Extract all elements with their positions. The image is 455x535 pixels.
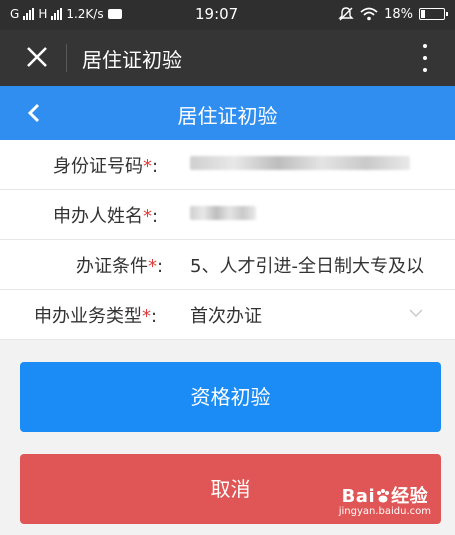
required-mark: * (148, 256, 157, 277)
application-form: 身份证号码*: 申办人姓名*: 办证条件*: 5、人才引进-全日制大专及以 申办… (0, 140, 455, 340)
form-row-business-type[interactable]: 申办业务类型*: 首次办证 (0, 290, 455, 340)
wifi-icon (360, 7, 378, 21)
required-mark: * (143, 206, 152, 227)
page-title: 居住证初验 (177, 104, 278, 128)
redacted-name (190, 206, 256, 220)
label-colon: : (152, 206, 159, 227)
id-number-label-group: 身份证号码*: (53, 152, 158, 178)
form-row-condition[interactable]: 办证条件*: 5、人才引进-全日制大专及以 (0, 240, 455, 290)
form-row-id-number[interactable]: 身份证号码*: (0, 140, 455, 190)
carrier1-label: G (10, 7, 20, 21)
watermark-brand: Bai 经验 (339, 482, 431, 508)
baidu-jingyan-watermark: Bai 经验 jingyan.baidu.com (339, 482, 431, 517)
required-mark: * (143, 156, 152, 177)
battery-percent: 18% (384, 6, 413, 22)
wechat-nav-title: 居住证初验 (82, 48, 182, 72)
submit-verify-button[interactable]: 资格初验 (20, 362, 441, 432)
condition-label: 办证条件 (76, 256, 148, 277)
battery-fill (421, 10, 425, 18)
condition-value[interactable]: 5、人才引进-全日制大专及以 (190, 252, 424, 278)
watermark-brand-right: 经验 (391, 486, 429, 507)
watermark-brand-left: Bai (341, 486, 376, 507)
chevron-down-icon[interactable] (409, 308, 423, 318)
status-right: 18% (338, 6, 448, 22)
business-type-select[interactable]: 首次办证 (190, 302, 262, 328)
business-type-label: 申办业务类型 (34, 306, 142, 327)
paw-logo-icon (377, 489, 390, 503)
nav-divider (66, 44, 67, 72)
close-icon[interactable] (24, 44, 50, 70)
business-type-label-group: 申办业务类型*: (34, 302, 157, 328)
id-number-label: 身份证号码 (53, 156, 143, 177)
battery-icon (419, 8, 448, 20)
status-bar: G H 1.2K/s 19:07 18% (0, 0, 455, 30)
applicant-name-label: 申办人姓名 (53, 206, 143, 227)
redacted-id-number (190, 156, 410, 170)
status-left: G H 1.2K/s (10, 7, 122, 21)
status-time: 19:07 (195, 5, 239, 23)
page-header: 居住证初验 (0, 86, 455, 140)
signal-icon (23, 8, 35, 20)
form-row-applicant-name[interactable]: 申办人姓名*: (0, 190, 455, 240)
label-colon: : (157, 256, 164, 277)
applicant-name-value[interactable] (190, 202, 256, 223)
mute-alarm-icon (338, 7, 354, 21)
watermark-url: jingyan.baidu.com (338, 506, 431, 517)
condition-label-group: 办证条件*: (76, 252, 163, 278)
id-number-value[interactable] (190, 152, 410, 173)
carrier2-label: H (38, 7, 48, 21)
label-colon: : (152, 156, 159, 177)
more-menu-icon[interactable] (421, 44, 429, 72)
signal-icon-2 (51, 8, 63, 20)
network-speed: 1.2K/s (66, 7, 104, 21)
wechat-nav-bar: 居住证初验 (0, 30, 455, 86)
applicant-name-label-group: 申办人姓名*: (53, 202, 158, 228)
notification-icon (107, 9, 122, 19)
required-mark: * (142, 306, 151, 327)
label-colon: : (151, 306, 158, 327)
